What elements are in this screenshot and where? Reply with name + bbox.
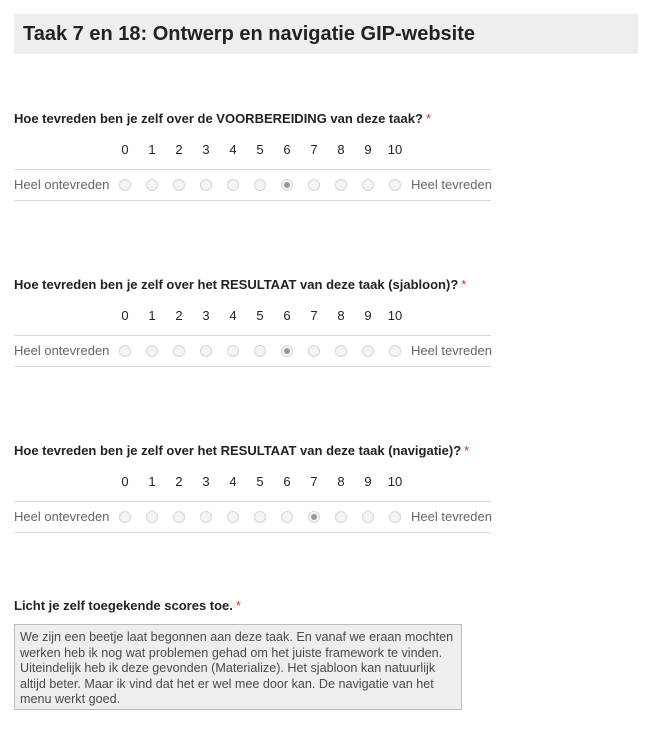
required-marker: * <box>461 277 467 292</box>
scale-radio-5[interactable] <box>254 511 266 523</box>
explanation-textarea[interactable]: We zijn een beetje laat begonnen aan dez… <box>14 624 462 710</box>
scale-number: 2 <box>175 474 183 489</box>
scale-radio-6[interactable] <box>281 345 293 357</box>
scale-number: 10 <box>387 308 403 323</box>
scale-row: Heel ontevreden Heel tevreden <box>14 501 492 533</box>
scale-high-label: Heel tevreden <box>411 343 492 358</box>
scale-radio-3[interactable] <box>200 345 212 357</box>
scale-question-3: Hoe tevreden ben je zelf over het RESULT… <box>14 443 494 533</box>
scale-radio-5[interactable] <box>254 179 266 191</box>
explanation-question: Licht je zelf toegekende scores toe. * We… <box>14 598 462 710</box>
scale-number: 3 <box>202 142 210 157</box>
scale-radio-2[interactable] <box>173 179 185 191</box>
scale-row: Heel ontevreden Heel tevreden <box>14 169 492 201</box>
scale-number: 1 <box>148 308 156 323</box>
scale-number: 1 <box>148 474 156 489</box>
scale-radio-9[interactable] <box>362 345 374 357</box>
scale-number: 5 <box>256 142 264 157</box>
required-marker: * <box>464 443 470 458</box>
scale-radio-4[interactable] <box>227 511 239 523</box>
scale-radio-0[interactable] <box>119 179 131 191</box>
scale-number: 3 <box>202 474 210 489</box>
scale-radio-2[interactable] <box>173 345 185 357</box>
scale-high-label: Heel tevreden <box>411 509 492 524</box>
scale-question-1: Hoe tevreden ben je zelf over de VOORBER… <box>14 111 494 201</box>
scale-radio-2[interactable] <box>173 511 185 523</box>
scale-radio-1[interactable] <box>146 345 158 357</box>
scale-number: 2 <box>175 142 183 157</box>
scale-low-label: Heel ontevreden <box>14 343 110 358</box>
scale-radio-9[interactable] <box>362 511 374 523</box>
scale-radio-10[interactable] <box>389 511 401 523</box>
scale-number: 9 <box>364 474 372 489</box>
scale-numbers: 0 1 2 3 4 5 6 7 8 9 10 <box>14 474 491 490</box>
scale-radio-3[interactable] <box>200 179 212 191</box>
scale-number: 4 <box>229 308 237 323</box>
scale-number: 6 <box>283 474 291 489</box>
scale-number: 4 <box>229 474 237 489</box>
scale-radio-3[interactable] <box>200 511 212 523</box>
scale-radio-1[interactable] <box>146 511 158 523</box>
section-header: Taak 7 en 18: Ontwerp en navigatie GIP-w… <box>14 14 638 54</box>
scale-question-2: Hoe tevreden ben je zelf over het RESULT… <box>14 277 494 367</box>
scale-number: 9 <box>364 142 372 157</box>
scale-number: 10 <box>387 474 403 489</box>
scale-radio-4[interactable] <box>227 345 239 357</box>
question-title-text: Hoe tevreden ben je zelf over het RESULT… <box>14 277 459 292</box>
scale-radio-8[interactable] <box>335 179 347 191</box>
question-title: Hoe tevreden ben je zelf over het RESULT… <box>14 277 494 293</box>
question-title-text: Hoe tevreden ben je zelf over de VOORBER… <box>14 111 423 126</box>
scale-radio-0[interactable] <box>119 511 131 523</box>
scale-radio-4[interactable] <box>227 179 239 191</box>
scale-number: 2 <box>175 308 183 323</box>
scale-radio-6[interactable] <box>281 179 293 191</box>
scale-number: 10 <box>387 142 403 157</box>
scale-radio-8[interactable] <box>335 511 347 523</box>
scale-number: 0 <box>121 474 129 489</box>
scale-high-label: Heel tevreden <box>411 177 492 192</box>
scale-number: 8 <box>337 474 345 489</box>
scale-row: Heel ontevreden Heel tevreden <box>14 335 492 367</box>
scale-radio-7[interactable] <box>308 345 320 357</box>
scale-radio-5[interactable] <box>254 345 266 357</box>
scale-low-label: Heel ontevreden <box>14 509 110 524</box>
scale-number: 9 <box>364 308 372 323</box>
scale-number: 3 <box>202 308 210 323</box>
scale-radio-10[interactable] <box>389 179 401 191</box>
question-title: Hoe tevreden ben je zelf over de VOORBER… <box>14 111 494 127</box>
scale-low-label: Heel ontevreden <box>14 177 110 192</box>
scale-radio-10[interactable] <box>389 345 401 357</box>
scale-number: 4 <box>229 142 237 157</box>
scale-radio-9[interactable] <box>362 179 374 191</box>
scale-number: 7 <box>310 474 318 489</box>
scale-number: 6 <box>283 308 291 323</box>
question-title-text: Licht je zelf toegekende scores toe. <box>14 598 233 613</box>
scale-number: 8 <box>337 142 345 157</box>
question-title-text: Hoe tevreden ben je zelf over het RESULT… <box>14 443 462 458</box>
scale-radio-0[interactable] <box>119 345 131 357</box>
scale-radio-6[interactable] <box>281 511 293 523</box>
required-marker: * <box>235 598 241 613</box>
scale-number: 8 <box>337 308 345 323</box>
scale-radio-7[interactable] <box>308 179 320 191</box>
scale-number: 5 <box>256 308 264 323</box>
required-marker: * <box>425 111 431 126</box>
scale-radio-1[interactable] <box>146 179 158 191</box>
scale-number: 7 <box>310 142 318 157</box>
scale-radio-7[interactable] <box>308 511 320 523</box>
question-title: Licht je zelf toegekende scores toe. * <box>14 598 241 614</box>
scale-number: 0 <box>121 142 129 157</box>
question-title: Hoe tevreden ben je zelf over het RESULT… <box>14 443 494 459</box>
section-title: Taak 7 en 18: Ontwerp en navigatie GIP-w… <box>23 23 475 45</box>
form-page: Taak 7 en 18: Ontwerp en navigatie GIP-w… <box>0 0 654 744</box>
scale-numbers: 0 1 2 3 4 5 6 7 8 9 10 <box>14 142 491 158</box>
scale-number: 1 <box>148 142 156 157</box>
scale-numbers: 0 1 2 3 4 5 6 7 8 9 10 <box>14 308 491 324</box>
scale-number: 5 <box>256 474 264 489</box>
scale-number: 0 <box>121 308 129 323</box>
scale-radio-8[interactable] <box>335 345 347 357</box>
scale-number: 7 <box>310 308 318 323</box>
scale-number: 6 <box>283 142 291 157</box>
